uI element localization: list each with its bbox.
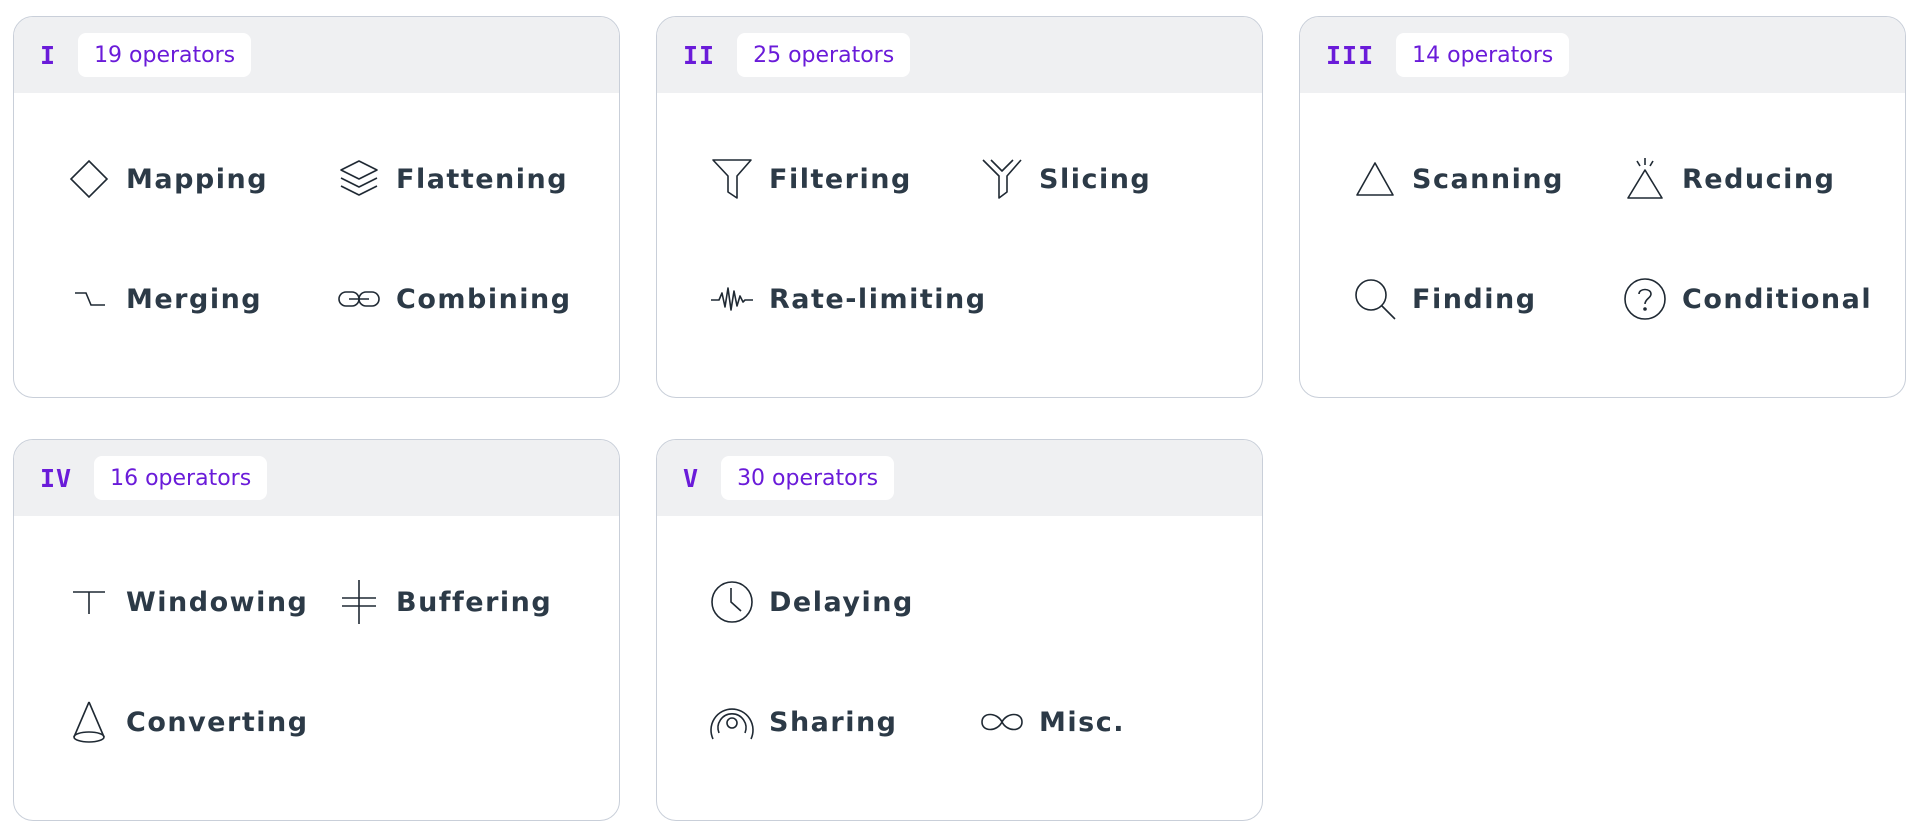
operator-count-badge: 30 operators	[721, 456, 895, 500]
card-header: II 25 operators	[657, 17, 1262, 93]
item-converting[interactable]: Converting	[64, 662, 334, 782]
item-label: Flattening	[396, 163, 569, 195]
item-delaying[interactable]: Delaying	[707, 542, 977, 662]
item-label: Sharing	[769, 706, 898, 738]
category-numeral: I	[40, 40, 57, 70]
infinity-icon	[977, 697, 1027, 747]
funnel-icon	[707, 154, 757, 204]
triangle-icon	[1350, 154, 1400, 204]
item-windowing[interactable]: Windowing	[64, 542, 334, 662]
item-label: Slicing	[1039, 163, 1152, 195]
diamond-icon	[64, 154, 114, 204]
item-label: Mapping	[126, 163, 269, 195]
category-card-4[interactable]: IV 16 operators Windowing Buffering Conv…	[13, 439, 620, 821]
question-circle-icon	[1620, 274, 1670, 324]
broadcast-icon	[707, 697, 757, 747]
operator-category-grid: I 19 operators Mapping Flattening Mergin…	[13, 16, 1908, 821]
tee-icon	[64, 577, 114, 627]
item-buffering[interactable]: Buffering	[334, 542, 604, 662]
category-card-1[interactable]: I 19 operators Mapping Flattening Mergin…	[13, 16, 620, 398]
card-header: III 14 operators	[1300, 17, 1905, 93]
category-numeral: III	[1326, 40, 1375, 70]
category-card-2[interactable]: II 25 operators Filtering Slicing Rate-l…	[656, 16, 1263, 398]
item-flattening[interactable]: Flattening	[334, 119, 604, 239]
item-misc[interactable]: Misc.	[977, 662, 1247, 782]
item-slicing[interactable]: Slicing	[977, 119, 1247, 239]
item-label: Finding	[1412, 283, 1537, 315]
item-finding[interactable]: Finding	[1350, 239, 1620, 359]
chain-link-icon	[334, 274, 384, 324]
category-numeral: II	[683, 40, 716, 70]
item-combining[interactable]: Combining	[334, 239, 604, 359]
magnifier-icon	[1350, 274, 1400, 324]
item-label: Filtering	[769, 163, 912, 195]
item-label: Conditional	[1682, 283, 1873, 315]
item-label: Misc.	[1039, 706, 1125, 738]
operator-count-badge: 14 operators	[1396, 33, 1570, 77]
item-merging[interactable]: Merging	[64, 239, 334, 359]
item-label: Rate-limiting	[769, 283, 987, 315]
operator-count-badge: 25 operators	[737, 33, 911, 77]
card-header: V 30 operators	[657, 440, 1262, 516]
item-sharing[interactable]: Sharing	[707, 662, 977, 782]
item-filtering[interactable]: Filtering	[707, 119, 977, 239]
item-conditional[interactable]: Conditional	[1620, 239, 1890, 359]
clock-icon	[707, 577, 757, 627]
layers-icon	[334, 154, 384, 204]
item-scanning[interactable]: Scanning	[1350, 119, 1620, 239]
category-numeral: IV	[40, 463, 73, 493]
category-card-5[interactable]: V 30 operators Delaying Sharing Misc.	[656, 439, 1263, 821]
item-label: Delaying	[769, 586, 914, 618]
buffer-cross-icon	[334, 577, 384, 627]
sliced-funnel-icon	[977, 154, 1027, 204]
item-label: Converting	[126, 706, 309, 738]
operator-count-badge: 16 operators	[94, 456, 268, 500]
category-items: Filtering Slicing Rate-limiting	[657, 93, 1262, 359]
merge-lines-icon	[64, 274, 114, 324]
sparkle-triangle-icon	[1620, 154, 1670, 204]
item-label: Windowing	[126, 586, 309, 618]
cone-icon	[64, 697, 114, 747]
item-label: Reducing	[1682, 163, 1836, 195]
item-reducing[interactable]: Reducing	[1620, 119, 1890, 239]
operator-count-badge: 19 operators	[78, 33, 252, 77]
item-mapping[interactable]: Mapping	[64, 119, 334, 239]
item-rate-limiting[interactable]: Rate-limiting	[707, 239, 985, 359]
category-items: Delaying Sharing Misc.	[657, 516, 1262, 782]
item-label: Scanning	[1412, 163, 1564, 195]
waveform-icon	[707, 274, 757, 324]
item-label: Merging	[126, 283, 263, 315]
category-numeral: V	[683, 463, 700, 493]
card-header: I 19 operators	[14, 17, 619, 93]
category-card-3[interactable]: III 14 operators Scanning Reducing Findi…	[1299, 16, 1906, 398]
item-label: Buffering	[396, 586, 553, 618]
item-label: Combining	[396, 283, 572, 315]
category-items: Windowing Buffering Converting	[14, 516, 619, 782]
category-items: Scanning Reducing Finding Conditional	[1300, 93, 1905, 359]
card-header: IV 16 operators	[14, 440, 619, 516]
category-items: Mapping Flattening Merging Combining	[14, 93, 619, 359]
